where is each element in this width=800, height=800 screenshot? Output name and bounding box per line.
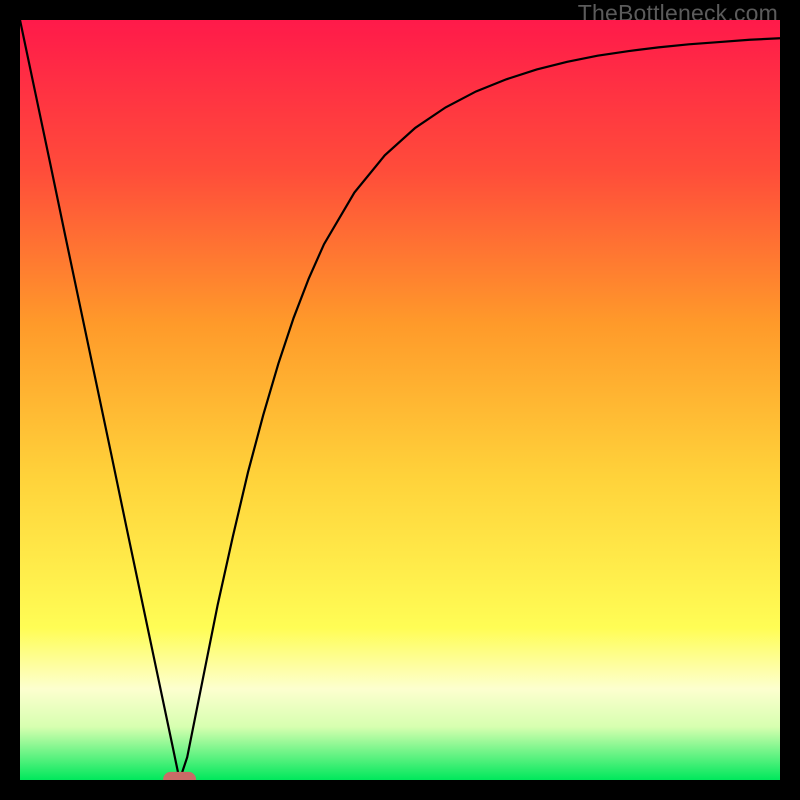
optimal-marker <box>164 772 196 780</box>
bottleneck-chart <box>20 20 780 780</box>
plot-area <box>20 20 780 780</box>
gradient-background <box>20 20 780 780</box>
chart-frame: TheBottleneck.com <box>0 0 800 800</box>
